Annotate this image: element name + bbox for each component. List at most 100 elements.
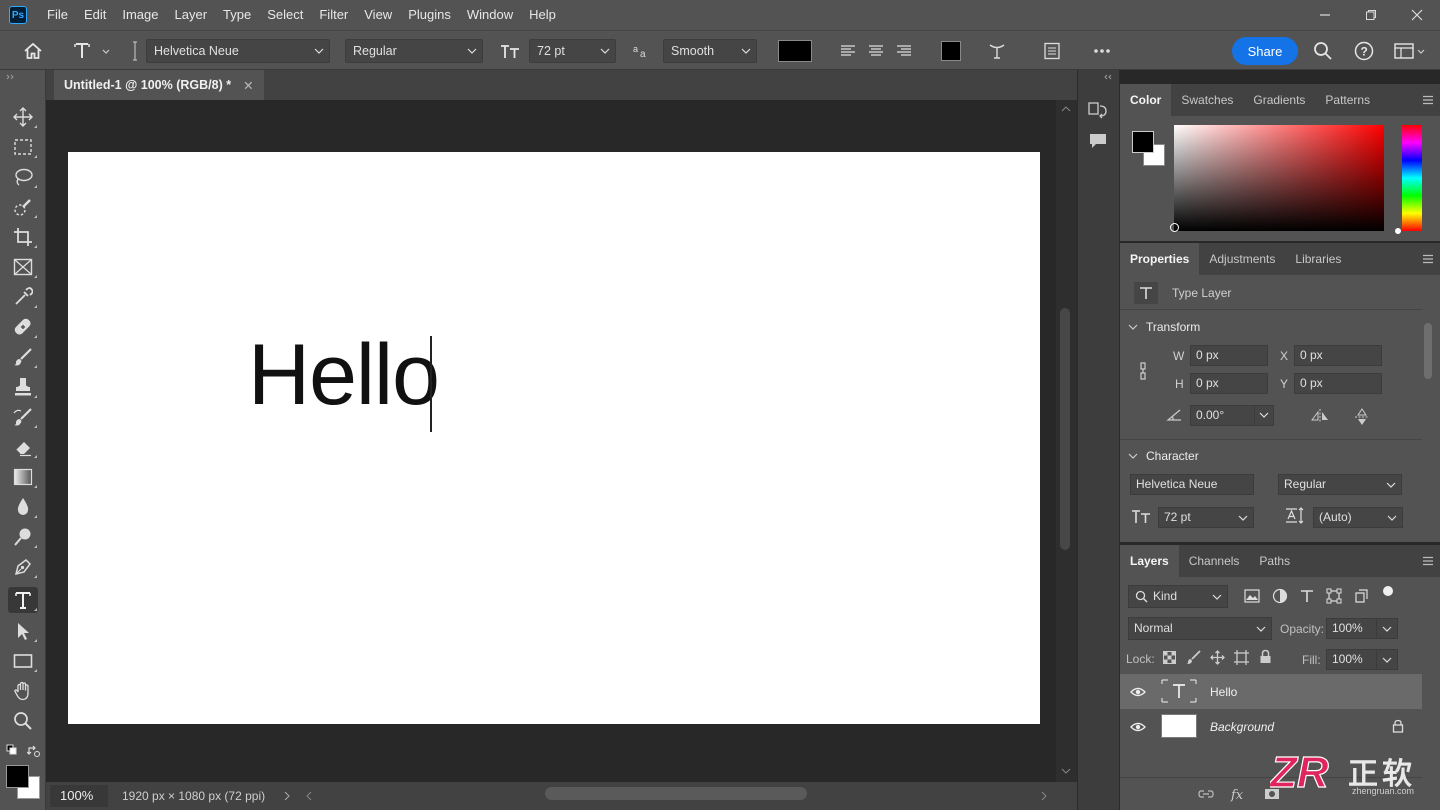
eyedropper-tool-icon[interactable] [8, 284, 38, 310]
layer-name-background[interactable]: Background [1210, 720, 1274, 734]
leading-select[interactable]: (Auto) [1313, 507, 1403, 528]
font-family-select[interactable]: Helvetica Neue [146, 39, 330, 63]
fill-dropdown[interactable] [1376, 649, 1398, 670]
crop-tool-icon[interactable] [8, 224, 38, 250]
type-tool-icon[interactable] [8, 587, 38, 613]
share-button[interactable]: Share [1232, 37, 1298, 65]
quick-select-tool-icon[interactable] [8, 194, 38, 220]
hue-slider[interactable] [1402, 125, 1422, 231]
document-tab[interactable]: Untitled-1 @ 100% (RGB/8) * ✕ [54, 70, 264, 100]
filter-pixel-layers-icon[interactable] [1244, 589, 1260, 603]
home-icon[interactable] [20, 39, 46, 63]
frame-tool-icon[interactable] [8, 254, 38, 280]
antialias-select[interactable]: Smooth [663, 39, 757, 63]
minimize-icon[interactable] [1302, 0, 1348, 30]
menu-plugins[interactable]: Plugins [400, 0, 459, 30]
menu-help[interactable]: Help [521, 0, 564, 30]
fill-field[interactable]: 100% [1326, 649, 1378, 670]
layer-row-background[interactable]: Background [1120, 709, 1422, 744]
gradient-tool-icon[interactable] [8, 464, 38, 490]
menu-layer[interactable]: Layer [167, 0, 216, 30]
link-layers-icon[interactable] [1198, 788, 1214, 800]
scroll-down-icon[interactable] [1061, 768, 1071, 774]
expand-panels-icon[interactable] [1104, 74, 1114, 80]
font-style-select[interactable]: Regular [345, 39, 483, 63]
link-dimensions-icon[interactable] [1138, 362, 1148, 380]
hue-slider-handle[interactable] [1395, 228, 1401, 234]
chevron-right-icon[interactable] [284, 791, 290, 801]
panel-menu-icon[interactable] [1422, 95, 1434, 105]
pen-tool-icon[interactable] [8, 554, 38, 580]
tab-gradients[interactable]: Gradients [1243, 84, 1315, 116]
more-options-icon[interactable] [1090, 39, 1114, 63]
zoom-level-field[interactable]: 100% [50, 785, 108, 807]
flip-horizontal-icon[interactable] [1310, 408, 1330, 424]
panel-menu-icon[interactable] [1422, 254, 1434, 264]
healing-brush-tool-icon[interactable] [8, 314, 38, 340]
zoom-tool-icon[interactable] [8, 708, 38, 734]
vertical-scroll-thumb[interactable] [1060, 308, 1070, 550]
dodge-tool-icon[interactable] [8, 524, 38, 550]
warp-text-icon[interactable] [985, 39, 1009, 63]
rectangle-tool-icon[interactable] [8, 648, 38, 674]
path-select-tool-icon[interactable] [8, 618, 38, 644]
transform-section-header[interactable]: Transform [1128, 320, 1200, 334]
menu-image[interactable]: Image [114, 0, 166, 30]
collapse-toolbar-icon[interactable] [6, 74, 16, 80]
character-section-header[interactable]: Character [1128, 449, 1199, 463]
filter-shape-layers-icon[interactable] [1326, 588, 1342, 604]
visibility-eye-icon[interactable] [1130, 722, 1146, 732]
character-panel-icon[interactable] [1040, 39, 1064, 63]
history-brush-tool-icon[interactable] [8, 404, 38, 430]
color-panel-foreground-swatch[interactable] [1132, 131, 1154, 153]
height-field[interactable]: 0 px [1190, 373, 1268, 394]
lock-image-pixels-icon[interactable] [1186, 650, 1201, 665]
layer-row-hello[interactable]: Hello [1120, 674, 1422, 709]
layer-lock-icon[interactable] [1392, 719, 1404, 733]
filter-smart-objects-icon[interactable] [1354, 589, 1368, 603]
horizontal-scroll-thumb[interactable] [545, 787, 807, 800]
hand-tool-icon[interactable] [8, 678, 38, 704]
tab-adjustments[interactable]: Adjustments [1199, 243, 1285, 275]
flip-vertical-icon[interactable] [1354, 408, 1370, 426]
tab-channels[interactable]: Channels [1179, 545, 1250, 577]
properties-scroll-thumb[interactable] [1424, 323, 1432, 379]
y-position-field[interactable]: 0 px [1294, 373, 1382, 394]
eraser-tool-icon[interactable] [8, 434, 38, 460]
lock-transparent-pixels-icon[interactable] [1163, 651, 1176, 664]
tab-properties[interactable]: Properties [1120, 243, 1200, 275]
history-panel-icon[interactable] [1088, 100, 1108, 120]
lasso-tool-icon[interactable] [8, 164, 38, 190]
scroll-left-icon[interactable] [306, 791, 312, 801]
tab-swatches[interactable]: Swatches [1171, 84, 1243, 116]
scroll-up-icon[interactable] [1061, 106, 1071, 112]
menu-filter[interactable]: Filter [311, 0, 356, 30]
brush-tool-icon[interactable] [8, 344, 38, 370]
color-field-picker[interactable] [1170, 125, 1384, 232]
restore-icon[interactable] [1348, 0, 1394, 30]
angle-dropdown[interactable] [1254, 405, 1274, 426]
color-field-marker[interactable] [1170, 223, 1179, 232]
text-color-swatch[interactable] [778, 40, 812, 62]
filter-adjustment-layers-icon[interactable] [1272, 588, 1288, 604]
tab-color[interactable]: Color [1120, 84, 1172, 116]
menu-select[interactable]: Select [259, 0, 311, 30]
align-left-icon[interactable] [838, 39, 858, 63]
x-position-field[interactable]: 0 px [1294, 345, 1382, 366]
document-canvas[interactable]: Hello [68, 152, 1040, 724]
menu-view[interactable]: View [356, 0, 400, 30]
align-right-icon[interactable] [894, 39, 914, 63]
marquee-tool-icon[interactable] [8, 134, 38, 160]
menu-window[interactable]: Window [459, 0, 521, 30]
move-tool-icon[interactable] [8, 104, 38, 130]
filter-toggle-switch[interactable] [1383, 586, 1393, 596]
menu-edit[interactable]: Edit [76, 0, 114, 30]
opacity-field[interactable]: 100% [1326, 618, 1378, 639]
opacity-dropdown[interactable] [1376, 618, 1398, 639]
text-orientation-icon[interactable] [128, 39, 142, 63]
tab-paths[interactable]: Paths [1249, 545, 1300, 577]
align-center-icon[interactable] [866, 39, 886, 63]
lock-artboard-icon[interactable] [1234, 650, 1249, 665]
comments-panel-icon[interactable] [1088, 132, 1108, 150]
tab-layers[interactable]: Layers [1120, 545, 1179, 577]
